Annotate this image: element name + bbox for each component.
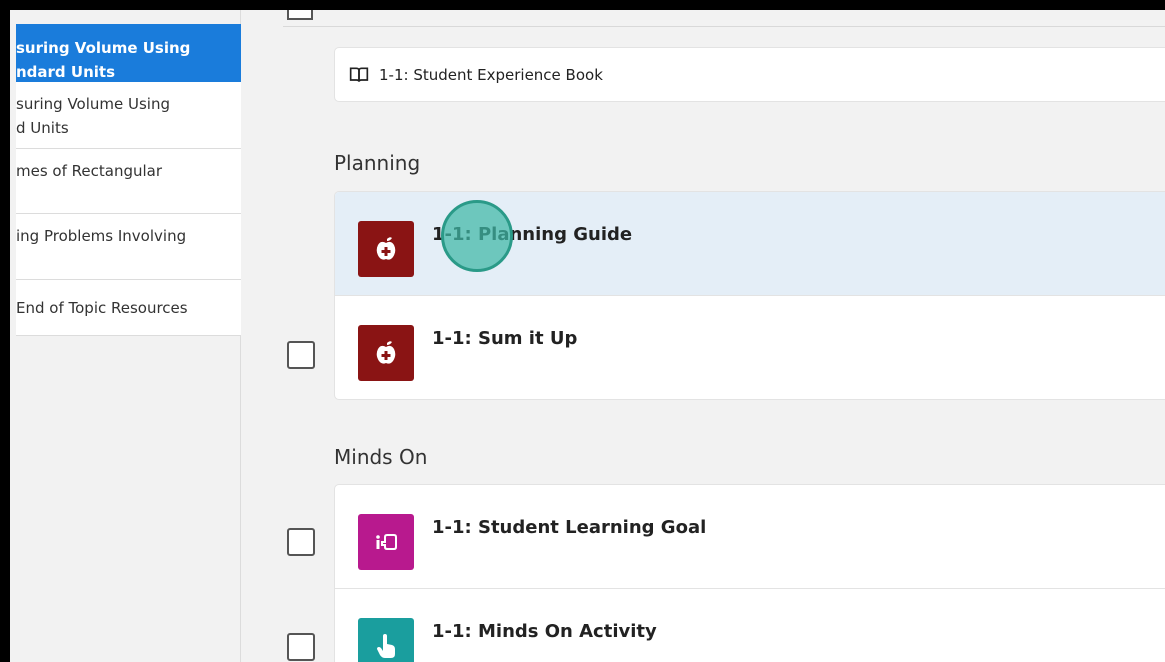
- sidebar-item-label: suring Volume Using: [16, 39, 191, 57]
- sidebar-item-label: ing Problems Involving: [16, 227, 187, 245]
- sidebar-item-measuring-volume-standard[interactable]: suring Volume Using ndard Units: [16, 24, 250, 82]
- resource-title: 1-1: Student Learning Goal: [432, 517, 707, 538]
- resource-tile: [358, 325, 414, 381]
- sidebar-item-label: End of Topic Resources: [16, 299, 188, 317]
- open-book-icon: [349, 67, 369, 82]
- minds-on-activity-checkbox[interactable]: [287, 633, 315, 661]
- apple-icon: [376, 341, 396, 364]
- minds-on-list: 1-1: Student Learning Goal 1-1: Minds On…: [334, 484, 1165, 662]
- apple-icon: [376, 237, 396, 260]
- sidebar-item-end-of-topic[interactable]: End of Topic Resources: [16, 280, 250, 336]
- resource-title: 1-1: Sum it Up: [432, 328, 578, 349]
- sidebar-item-label: ndard Units: [16, 63, 115, 81]
- sidebar-item-label: d Units: [16, 119, 69, 137]
- section-title-minds-on: Minds On: [334, 445, 428, 469]
- student-learning-goal-checkbox[interactable]: [287, 528, 315, 556]
- resource-tile: [358, 514, 414, 570]
- sidebar-item-measuring-volume-nonstandard[interactable]: suring Volume Using d Units: [16, 82, 250, 149]
- learning-goal-icon: [376, 534, 397, 550]
- student-experience-book-link[interactable]: 1-1: Student Experience Book: [334, 47, 1165, 102]
- section-title-planning: Planning: [334, 151, 421, 175]
- click-indicator: [441, 200, 513, 272]
- pointing-hand-icon: [377, 634, 395, 658]
- book-label: 1-1: Student Experience Book: [379, 65, 603, 84]
- list-item-student-learning-goal[interactable]: 1-1: Student Learning Goal: [335, 485, 1165, 589]
- resource-tile: [358, 221, 414, 277]
- resource-title: 1-1: Minds On Activity: [432, 621, 657, 642]
- lesson-sidebar: suring Volume Using ndard Units suring V…: [10, 10, 250, 662]
- screen-border-left: [0, 0, 10, 662]
- resource-tile: [358, 618, 414, 662]
- sidebar-item-solving-problems[interactable]: ing Problems Involving: [16, 214, 250, 280]
- sum-it-up-checkbox[interactable]: [287, 341, 315, 369]
- sidebar-item-volumes-rectangular[interactable]: mes of Rectangular: [16, 149, 250, 214]
- sidebar-item-label: mes of Rectangular: [16, 162, 163, 180]
- sidebar-item-label: suring Volume Using: [16, 95, 170, 113]
- lesson-content: 1-1: Student Experience Book Planning 1-…: [241, 10, 1165, 662]
- checkbox[interactable]: [287, 10, 313, 20]
- screen-border-top: [0, 0, 1165, 10]
- divider: [283, 10, 1165, 27]
- list-item-sum-it-up[interactable]: 1-1: Sum it Up: [335, 296, 1165, 399]
- list-item-minds-on-activity[interactable]: 1-1: Minds On Activity: [335, 589, 1165, 662]
